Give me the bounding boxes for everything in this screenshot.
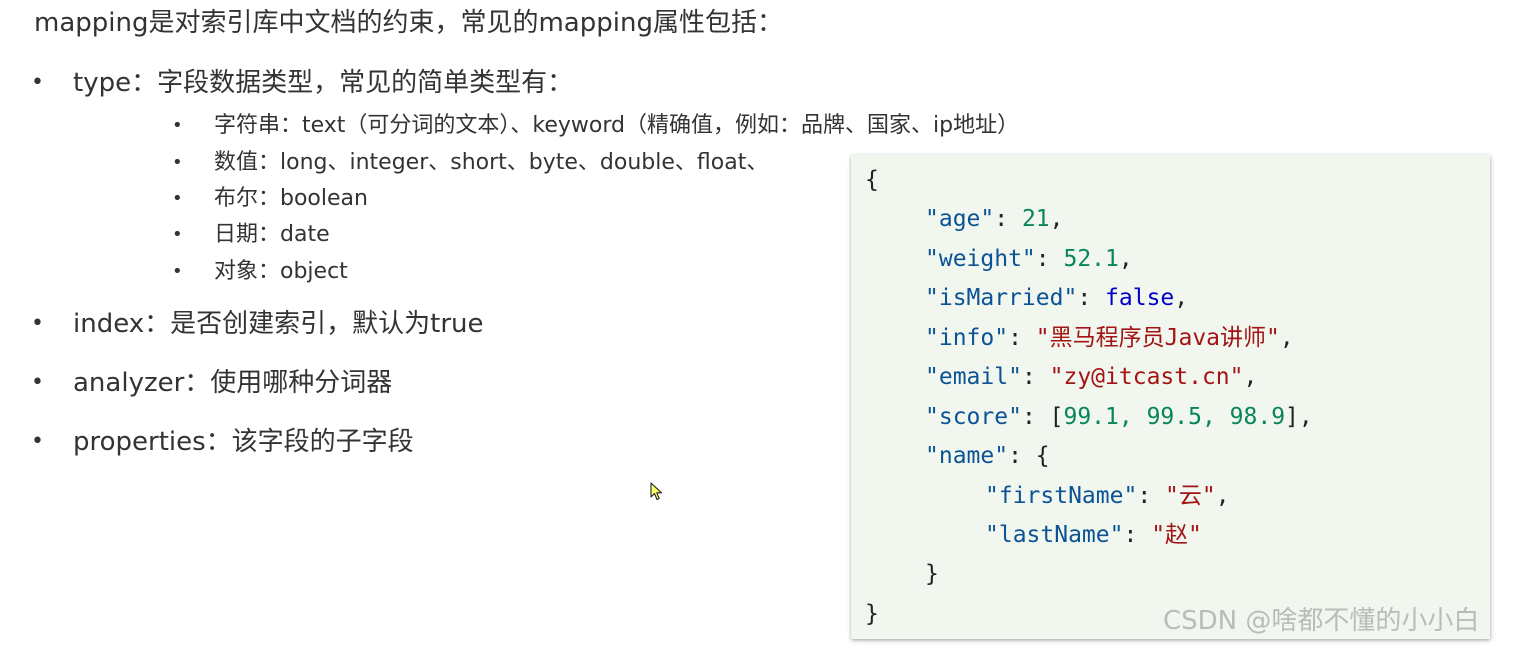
info-value: "黑马程序员Java讲师" [1035, 325, 1280, 351]
code-line-weight: "weight": 52.1, [925, 246, 1133, 272]
code-line-lastname: "lastName": "赵" [985, 522, 1202, 548]
code-line-firstname: "firstName": "云", [985, 483, 1230, 509]
code-line-name: "name": { [925, 443, 1050, 469]
score-values: 99.1, 99.5, 98.9 [1063, 404, 1286, 430]
code-line-score: "score": [99.1, 99.5, 98.9], [925, 404, 1313, 430]
code-line-email: "email": "zy@itcast.cn", [925, 364, 1258, 390]
type-subitem-text: 对象：object [214, 259, 348, 284]
code-line-close: } [865, 598, 879, 630]
info-key: "info" [925, 325, 1009, 351]
type-subitem-text: 数值：long、integer、short、byte、double、float、 [214, 150, 769, 175]
code-line-ismarried: "isMarried": false, [925, 285, 1189, 311]
code-line-info: "info": "黑马程序员Java讲师", [925, 325, 1294, 351]
email-key: "email" [925, 364, 1022, 390]
bullet-dot: • [31, 370, 44, 395]
bullet-dot: • [31, 429, 44, 454]
bullet-dot: • [31, 70, 44, 95]
type-subitem-text: 字符串：text（可分词的文本）、keyword（精确值，例如：品牌、国家、ip… [214, 113, 1020, 138]
bullet-text: index：是否创建索引，默认为true [73, 309, 484, 339]
bullet-text: properties：该字段的子字段 [73, 427, 414, 457]
name-key: "name" [925, 443, 1009, 469]
bullet-dot: • [31, 311, 44, 336]
weight-value: 52.1 [1063, 246, 1119, 272]
bullet-text: analyzer：使用哪种分词器 [73, 368, 393, 398]
score-key: "score" [925, 404, 1022, 430]
lastname-key: "lastName" [985, 522, 1124, 548]
age-value: 21 [1021, 206, 1050, 232]
intro-text: mapping是对索引库中文档的约束，常见的mapping属性包括： [34, 8, 783, 38]
type-subitem-text: 日期：date [214, 222, 330, 247]
sub-bullet-dot: • [172, 152, 183, 173]
code-line-age: "age": 21, [925, 206, 1064, 232]
lastname-value: "赵" [1151, 522, 1202, 548]
inner-close-brace: } [925, 561, 939, 587]
type-subitem-text: 布尔：boolean [214, 186, 368, 211]
open-brace: { [865, 167, 879, 193]
weight-key: "weight" [925, 246, 1036, 272]
mouse-pointer-icon [650, 482, 663, 501]
close-brace: } [865, 601, 879, 627]
sub-bullet-dot: • [172, 188, 183, 209]
json-example-panel: { "age": 21, "weight": 52.1, "isMarried"… [851, 155, 1490, 639]
sub-bullet-dot: • [172, 115, 183, 136]
ismarried-value: false [1105, 285, 1175, 311]
code-line-open: { [865, 164, 879, 196]
bullet-text: type：字段数据类型，常见的简单类型有： [73, 68, 574, 98]
firstname-value: "云" [1165, 483, 1216, 509]
firstname-key: "firstName" [985, 483, 1138, 509]
code-line-name-close: } [925, 558, 939, 590]
sub-bullet-dot: • [172, 224, 183, 245]
ismarried-key: "isMarried" [925, 285, 1078, 311]
email-value: "zy@itcast.cn" [1049, 364, 1244, 390]
sub-bullet-dot: • [172, 261, 183, 282]
watermark: CSDN @啥都不懂的小小白 [1163, 606, 1480, 636]
age-key: "age" [925, 206, 995, 232]
